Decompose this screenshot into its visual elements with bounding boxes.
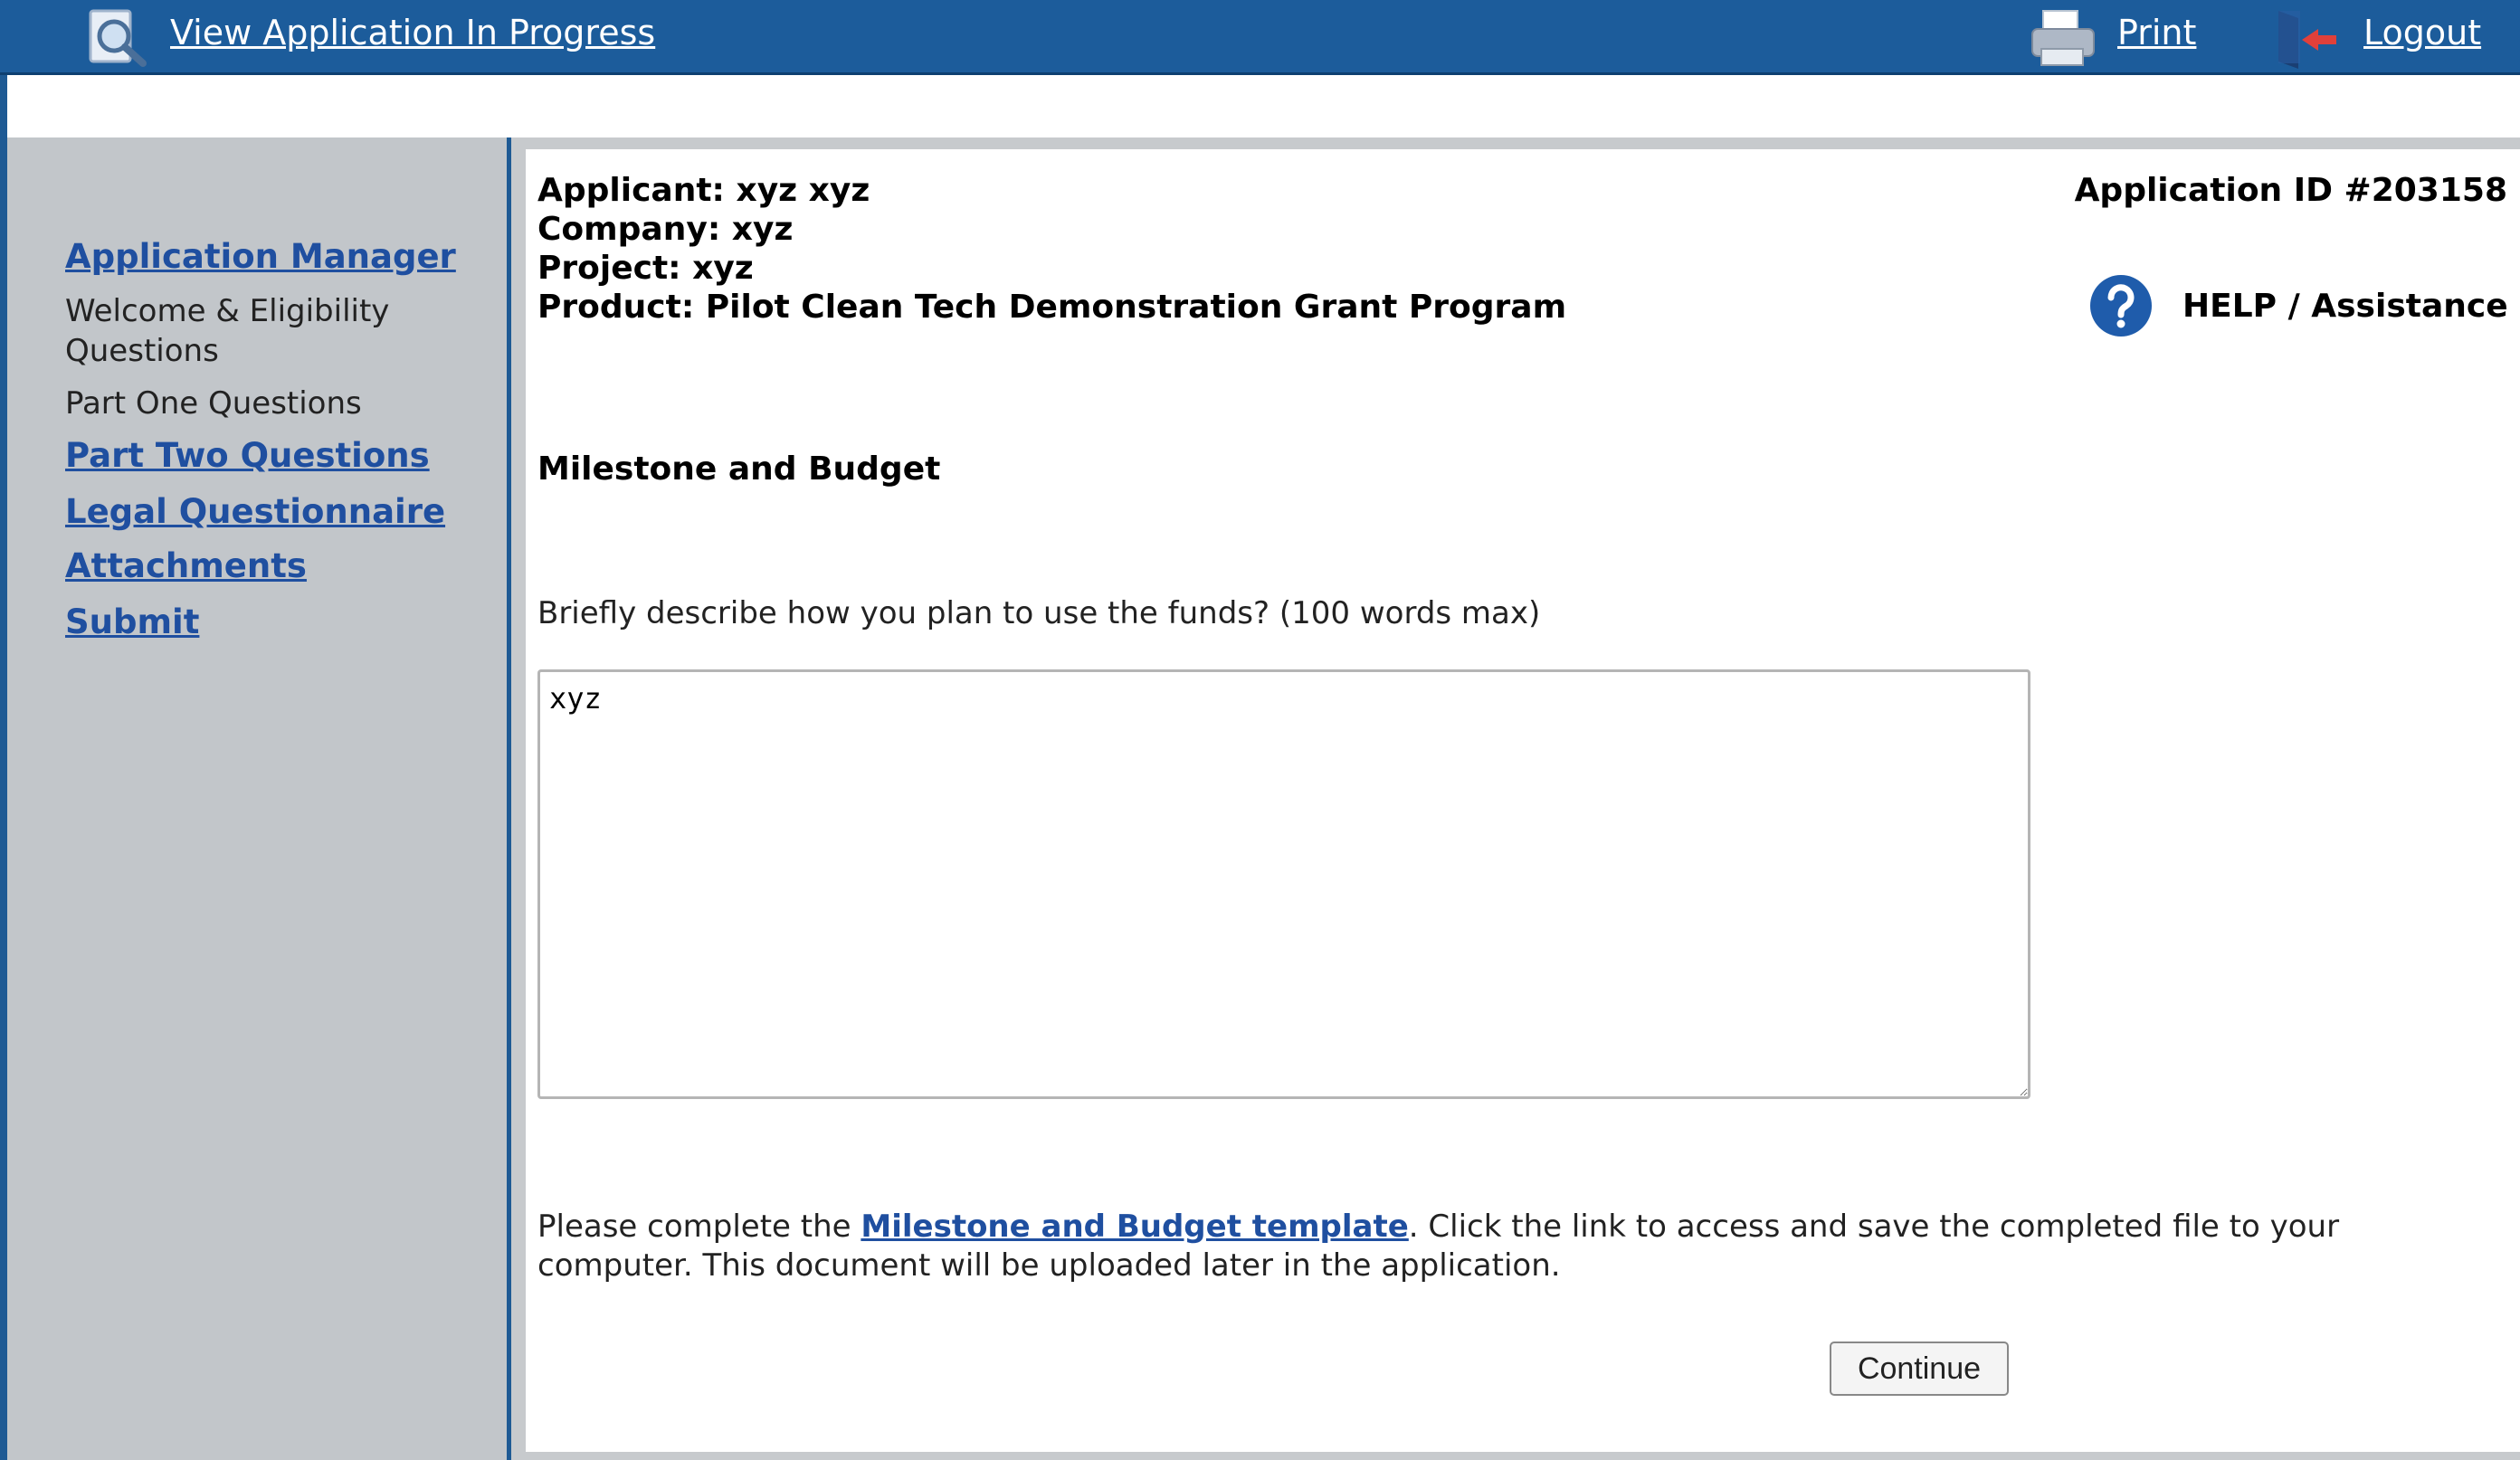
sidebar-item-part-one: Part One Questions [65, 385, 362, 422]
instructions-prefix: Please complete the [537, 1209, 861, 1245]
continue-button[interactable]: Continue [1830, 1341, 2009, 1396]
funds-question: Briefly describe how you plan to use the… [537, 595, 1541, 631]
sidebar-item-welcome: Welcome & Eligibility Questions [65, 293, 390, 369]
help-icon[interactable] [2088, 273, 2154, 338]
applicant-label: Applicant: xyz xyz [537, 172, 870, 209]
print-link[interactable]: Print [2117, 13, 2196, 52]
application-id: Application ID #203158 [2074, 172, 2507, 209]
magnifier-document-icon [89, 9, 147, 67]
logout-icon [2278, 11, 2336, 69]
instructions-line-1: Please complete the Milestone and Budget… [537, 1209, 2339, 1245]
milestone-budget-template-link[interactable]: Milestone and Budget template [861, 1209, 1408, 1245]
instructions-suffix: . Click the link to access and save the … [1408, 1209, 2340, 1245]
sidebar-item-application-manager[interactable]: Application Manager [65, 237, 456, 276]
sidebar-item-submit[interactable]: Submit [65, 602, 199, 641]
sidebar-item-legal-questionnaire[interactable]: Legal Questionnaire [65, 492, 445, 531]
funds-description-textarea[interactable] [537, 669, 2030, 1099]
project-label: Project: xyz [537, 250, 754, 287]
sidebar: Application Manager Welcome & Eligibilit… [7, 137, 507, 1460]
logout-link[interactable]: Logout [2363, 13, 2481, 52]
printer-icon [2031, 10, 2095, 66]
help-link[interactable]: HELP / Assistance [2182, 288, 2508, 325]
sidebar-item-attachments[interactable]: Attachments [65, 546, 307, 585]
sidebar-item-part-two[interactable]: Part Two Questions [65, 436, 430, 475]
section-title: Milestone and Budget [537, 450, 941, 488]
view-application-link[interactable]: View Application In Progress [170, 13, 655, 52]
company-label: Company: xyz [537, 211, 794, 248]
instructions-line-2: computer. This document will be uploaded… [537, 1247, 1561, 1284]
top-bar: View Application In Progress Print Logou… [0, 0, 2520, 75]
toolbar-strip [7, 75, 2520, 137]
product-label: Product: Pilot Clean Tech Demonstration … [537, 289, 1567, 326]
